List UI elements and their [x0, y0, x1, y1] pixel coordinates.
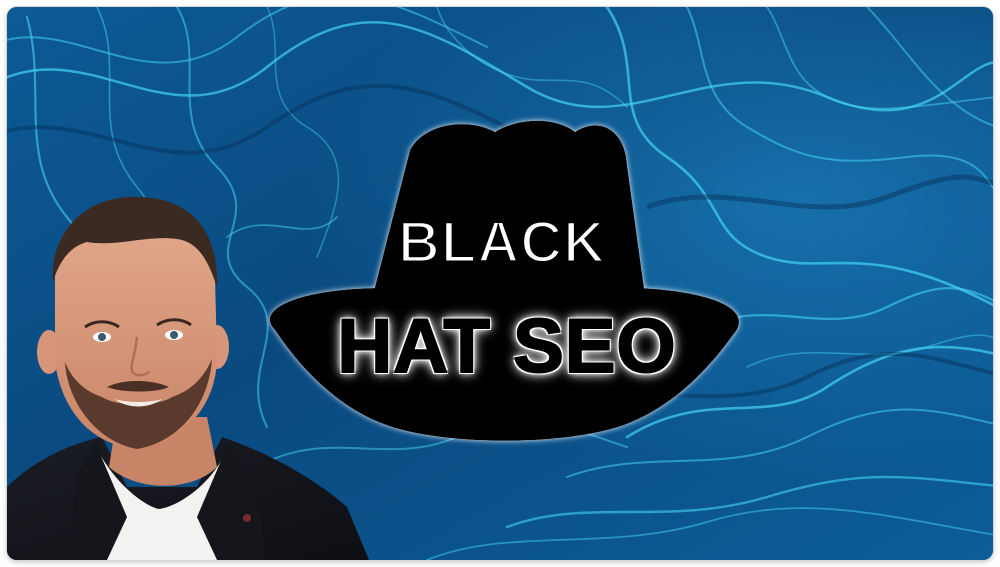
title-line-1: BLACK [397, 209, 607, 277]
video-thumbnail[interactable]: BLACK HAT SEO [7, 7, 993, 560]
presenter-portrait [7, 196, 369, 560]
